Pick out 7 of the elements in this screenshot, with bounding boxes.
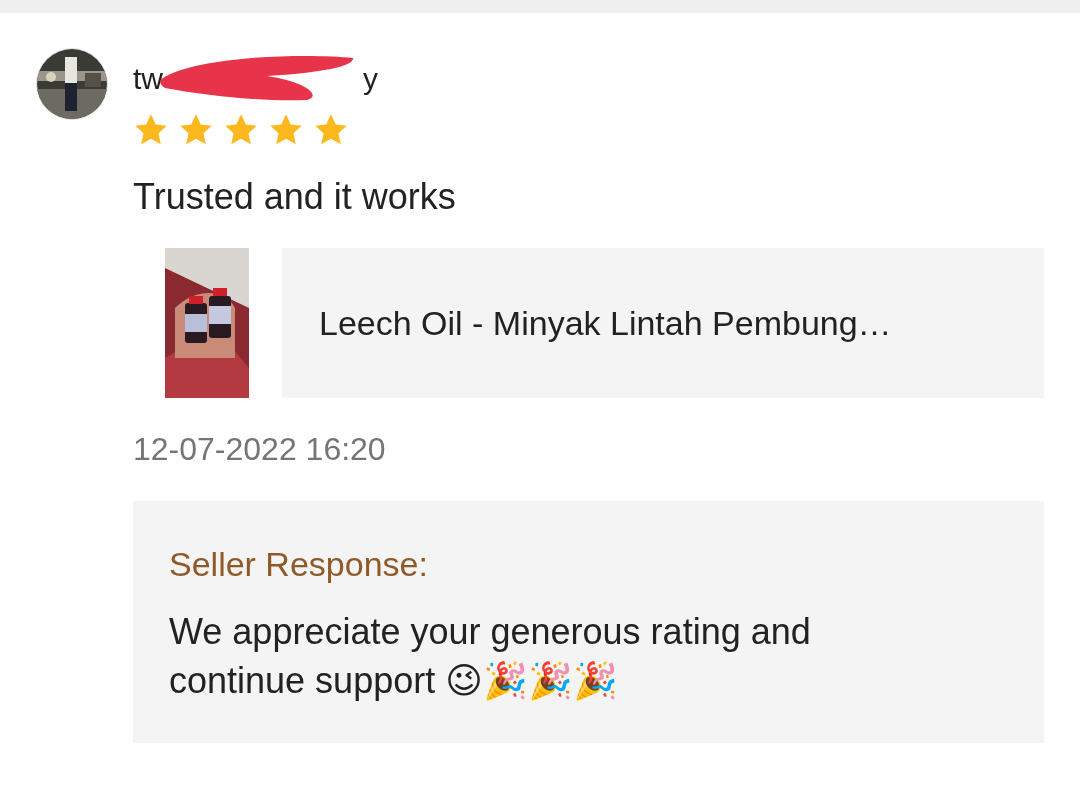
product-link[interactable]: Leech Oil - Minyak Lintah Pembung… (282, 248, 1044, 398)
username-text: y (363, 62, 378, 96)
username-text: tw (133, 62, 163, 96)
seller-response-text: We appreciate your generous rating and continue support 😉🎉🎉🎉 (169, 610, 812, 703)
seller-response-label: Seller Response: (169, 545, 429, 584)
review-text: Trusted and it works (133, 176, 457, 218)
review-date: 12-07-2022 16:20 (133, 431, 387, 468)
